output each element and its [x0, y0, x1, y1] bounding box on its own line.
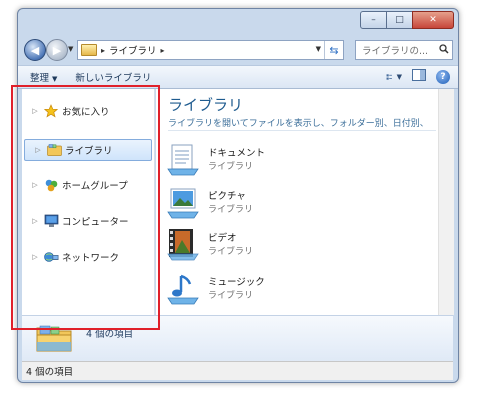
pane-splitter[interactable]: [154, 89, 155, 315]
details-pane: 4 個の項目: [22, 315, 453, 362]
back-button[interactable]: ◀: [24, 39, 46, 61]
breadcrumb-chevron-icon[interactable]: ▸: [101, 46, 105, 55]
music-library-icon: [167, 274, 199, 305]
expand-arrow-icon[interactable]: ▷: [30, 217, 40, 225]
nav-item-favorites[interactable]: ▷ お気に入り: [22, 101, 150, 121]
library-item-type: ライブラリ: [208, 291, 254, 301]
library-item-videos[interactable]: ビデオ ライブラリ: [166, 228, 426, 264]
navigation-bar: ◀ ▶ ▼ ▸ ライブラリ ▸ ▼ ⇆ ライブラリの...: [18, 37, 458, 61]
minimize-button[interactable]: –: [360, 11, 387, 29]
close-button[interactable]: ✕: [412, 11, 454, 29]
homegroup-icon: [43, 177, 59, 193]
library-item-pictures[interactable]: ピクチャ ライブラリ: [166, 186, 426, 222]
nav-item-homegroup[interactable]: ▷ ホームグループ: [22, 175, 150, 195]
view-controls: ▼ ?: [386, 69, 450, 84]
nav-item-label: お気に入り: [62, 107, 110, 118]
maximize-button[interactable]: □: [386, 11, 413, 29]
breadcrumb-chevron-icon[interactable]: ▸: [161, 46, 165, 55]
expand-arrow-icon[interactable]: ▷: [30, 107, 40, 115]
nav-item-computer[interactable]: ▷ コンピューター: [22, 211, 150, 231]
page-subtitle: ライブラリを開いてファイルを表示し、フォルダー別、日付別、: [168, 119, 429, 129]
star-icon: [43, 103, 59, 119]
status-text: 4 個の項目: [26, 367, 74, 378]
navigation-pane: ▷ お気に入り ▷ ライブラリ ▷ ホームグループ ▷ コンピューター ▷ ネッ…: [22, 89, 155, 315]
library-content: ライブラリ ライブラリを開いてファイルを表示し、フォルダー別、日付別、 ドキュメ…: [156, 89, 438, 315]
forward-button[interactable]: ▶: [46, 39, 68, 61]
help-button[interactable]: ?: [436, 69, 450, 84]
nav-item-label: コンピューター: [62, 217, 129, 228]
vertical-scrollbar[interactable]: [438, 89, 454, 315]
address-dropdown-icon[interactable]: ▼: [316, 45, 321, 53]
page-title: ライブラリ: [168, 96, 244, 114]
organize-label: 整理: [30, 73, 50, 84]
expand-arrow-icon[interactable]: ▷: [30, 181, 40, 189]
nav-item-network[interactable]: ▷ ネットワーク: [22, 247, 150, 267]
library-item-documents[interactable]: ドキュメント ライブラリ: [166, 143, 426, 179]
library-item-name: ピクチャ: [208, 191, 246, 202]
library-item-type: ライブラリ: [208, 205, 254, 215]
refresh-button[interactable]: ⇆: [324, 41, 343, 59]
library-icon: [46, 142, 62, 158]
expand-arrow-icon[interactable]: ▷: [33, 146, 43, 154]
forward-arrow-icon: ▶: [52, 43, 62, 57]
status-bar: 4 個の項目: [22, 361, 453, 380]
expand-arrow-icon[interactable]: ▷: [30, 253, 40, 261]
change-view-button[interactable]: ▼: [386, 70, 402, 84]
refresh-icon: ⇆: [329, 43, 339, 57]
library-item-music[interactable]: ミュージック ライブラリ: [166, 272, 426, 308]
computer-icon: [43, 213, 59, 229]
recent-pages-dropdown[interactable]: ▼: [68, 45, 73, 53]
nav-item-label: ホームグループ: [62, 181, 128, 192]
library-item-name: ミュージック: [208, 277, 265, 288]
command-bar: 整理 ▼ 新しいライブラリ ▼ ?: [18, 65, 458, 89]
documents-library-icon: [167, 144, 199, 176]
chevron-down-icon: ▼: [396, 72, 402, 81]
search-input[interactable]: ライブラリの...: [356, 43, 436, 57]
organize-menu[interactable]: 整理 ▼: [30, 70, 57, 84]
search-icon[interactable]: [436, 43, 452, 57]
library-folder-icon: [81, 44, 97, 56]
address-bar[interactable]: ▸ ライブラリ ▸ ▼ ⇆: [77, 40, 344, 60]
library-item-name: ドキュメント: [208, 148, 266, 159]
nav-item-label: ライブラリ: [65, 146, 113, 157]
pictures-library-icon: [167, 188, 199, 219]
library-item-type: ライブラリ: [208, 247, 254, 257]
chevron-down-icon: ▼: [52, 75, 58, 83]
details-item-count: 4 個の項目: [86, 329, 134, 340]
new-library-button[interactable]: 新しいライブラリ: [75, 70, 151, 84]
caption-buttons: – □ ✕: [360, 11, 454, 29]
title-divider: [168, 130, 436, 131]
videos-library-icon: [167, 229, 199, 261]
preview-pane-button[interactable]: [412, 69, 426, 84]
explorer-window: – □ ✕ ◀ ▶ ▼ ▸ ライブラリ ▸ ▼ ⇆ ライブラリの... 整理 ▼ …: [17, 8, 459, 383]
nav-item-libraries[interactable]: ▷ ライブラリ: [24, 139, 152, 161]
library-item-type: ライブラリ: [208, 162, 254, 172]
network-icon: [43, 249, 59, 265]
nav-item-label: ネットワーク: [62, 253, 120, 264]
chevron-down-icon: ▼: [68, 45, 74, 53]
search-box[interactable]: ライブラリの...: [355, 40, 453, 60]
library-folder-large-icon: [36, 325, 72, 352]
breadcrumb-libraries[interactable]: ライブラリ: [109, 43, 157, 57]
back-arrow-icon: ◀: [30, 43, 40, 57]
library-item-name: ビデオ: [208, 233, 237, 244]
